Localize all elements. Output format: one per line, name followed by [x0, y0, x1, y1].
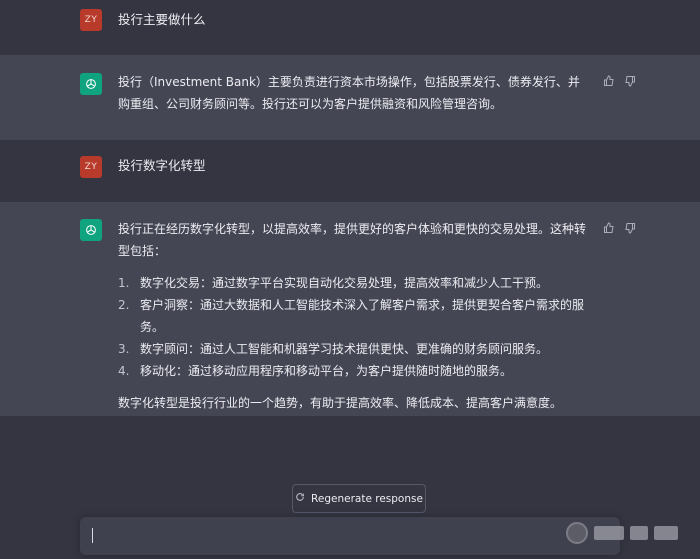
watermark-logo: [566, 514, 692, 552]
thumbs-up-icon[interactable]: [603, 75, 615, 87]
regenerate-icon: [295, 492, 305, 505]
list-item: 1. 数字化交易：通过数字平台实现自动化交易处理，提高效率和减少人工干预。: [118, 272, 588, 294]
user-avatar: ZY: [80, 156, 102, 178]
assistant-message-text: 投行（Investment Bank）主要负责进行资本市场操作，包括股票发行、债…: [118, 75, 580, 111]
openai-logo-icon: [80, 219, 102, 241]
assistant-summary: 数字化转型是投行行业的一个趋势，有助于提高效率、降低成本、提高客户满意度。: [118, 396, 563, 410]
assistant-message-row-1: 投行（Investment Bank）主要负责进行资本市场操作，包括股票发行、债…: [0, 55, 700, 140]
list-number: 3.: [118, 342, 130, 356]
list-number: 1.: [118, 276, 130, 290]
user-message-text: 投行主要做什么: [118, 12, 206, 27]
list-text: 数字顾问：通过人工智能和机器学习技术提供更快、更准确的财务顾问服务。: [140, 342, 549, 356]
feedback-buttons: [603, 222, 636, 234]
list-item: 2. 客户洞察：通过大数据和人工智能技术深入了解客户需求，提供更契合客户需求的服务…: [118, 294, 588, 338]
list-text: 移动化：通过移动应用程序和移动平台，为客户提供随时随地的服务。: [140, 364, 513, 378]
message-input[interactable]: [90, 525, 530, 547]
list-item: 4. 移动化：通过移动应用程序和移动平台，为客户提供随时随地的服务。: [118, 360, 588, 382]
user-message-text: 投行数字化转型: [118, 158, 206, 173]
user-avatar: ZY: [80, 9, 102, 31]
thumbs-down-icon[interactable]: [624, 75, 636, 87]
regenerate-button[interactable]: Regenerate response: [292, 484, 426, 513]
list-number: 4.: [118, 364, 130, 378]
assistant-message-body: 投行正在经历数字化转型，以提高效率，提供更好的客户体验和更快的交易处理。这种转型…: [118, 218, 588, 414]
thumbs-up-icon[interactable]: [603, 222, 615, 234]
text-caret: [92, 528, 93, 543]
user-message-row-2: ZY 投行数字化转型: [0, 140, 700, 202]
assistant-message-row-2: 投行正在经历数字化转型，以提高效率，提供更好的客户体验和更快的交易处理。这种转型…: [0, 202, 700, 416]
list-number: 2.: [118, 298, 130, 312]
transformation-list: 1. 数字化交易：通过数字平台实现自动化交易处理，提高效率和减少人工干预。 2. 客…: [118, 272, 588, 382]
feedback-buttons: [603, 75, 636, 87]
user-message-row-1: ZY 投行主要做什么: [0, 0, 700, 55]
list-text: 数字化交易：通过数字平台实现自动化交易处理，提高效率和减少人工干预。: [140, 276, 549, 290]
assistant-intro: 投行正在经历数字化转型，以提高效率，提供更好的客户体验和更快的交易处理。这种转型…: [118, 222, 587, 258]
openai-logo-icon: [80, 73, 102, 95]
list-text: 客户洞察：通过大数据和人工智能技术深入了解客户需求，提供更契合客户需求的服务。: [140, 298, 585, 334]
regenerate-label: Regenerate response: [311, 492, 423, 505]
message-composer[interactable]: [80, 517, 620, 555]
list-item: 3. 数字顾问：通过人工智能和机器学习技术提供更快、更准确的财务顾问服务。: [118, 338, 588, 360]
thumbs-down-icon[interactable]: [624, 222, 636, 234]
